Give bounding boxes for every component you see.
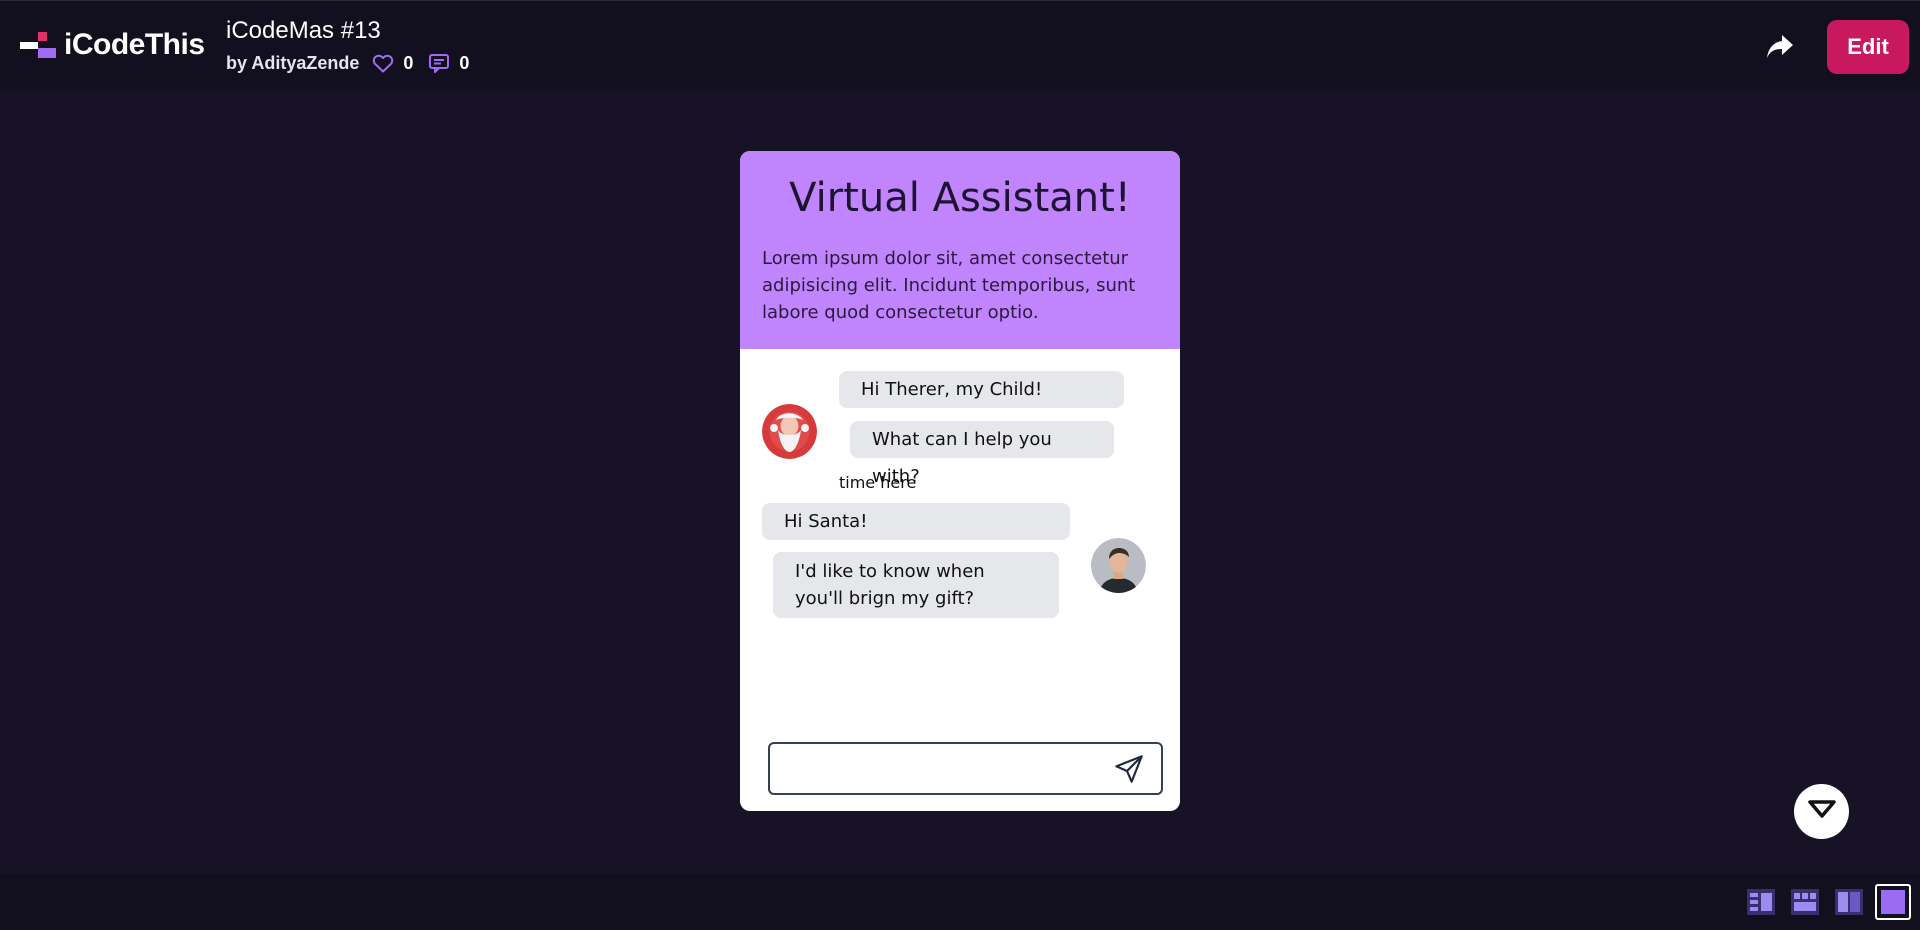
toggle-panel-button[interactable] [1794,784,1849,839]
layout-split-icon[interactable] [1831,884,1867,920]
chat-card: Virtual Assistant! Lorem ipsum dolor sit… [740,151,1180,811]
comment-icon[interactable] [427,51,451,75]
user-avatar [1091,538,1146,593]
message-bubble-santa-2: What can I help you with? [850,421,1114,487]
layout-list-icon[interactable] [1743,884,1779,920]
logo[interactable]: iCodeThis [20,27,205,63]
author-link[interactable]: by AdityaZende [226,53,359,74]
comments-count: 0 [459,52,470,73]
santa-avatar [762,404,817,459]
message-bubble-user-1: Hi Santa! [762,503,1070,540]
message-time: time here [839,473,917,492]
message-input[interactable] [770,744,1100,793]
icodethis-logo-icon [20,30,58,60]
message-input-wrapper [768,742,1163,795]
heart-icon[interactable] [371,51,395,75]
page-title: iCodeMas #13 [226,17,381,44]
layout-grid-icon[interactable] [1787,884,1823,920]
title-block: iCodeMas #13 by AdityaZende 0 0 [226,17,483,75]
layout-full-icon[interactable] [1875,884,1911,920]
card-description: Lorem ipsum dolor sit, amet consectetur … [762,248,1136,323]
bottom-bar [0,874,1920,930]
meta-row: by AdityaZende 0 0 [226,51,483,75]
share-arrow-icon[interactable] [1762,29,1798,65]
card-header: Virtual Assistant! Lorem ipsum dolor sit… [740,151,1180,349]
edit-button[interactable]: Edit [1827,20,1909,74]
logo-text: iCodeThis [64,28,205,61]
likes-count: 0 [403,52,414,73]
message-bubble-santa-1: Hi Therer, my Child! [839,371,1124,408]
chevron-down-icon [1807,799,1837,824]
send-icon[interactable] [1113,753,1145,785]
top-bar: iCodeThis iCodeMas #13 by AdityaZende 0 … [0,0,1920,89]
message-bubble-user-2: I'd like to know when you'll brign my gi… [773,552,1059,618]
card-title: Virtual Assistant! [789,175,1131,221]
